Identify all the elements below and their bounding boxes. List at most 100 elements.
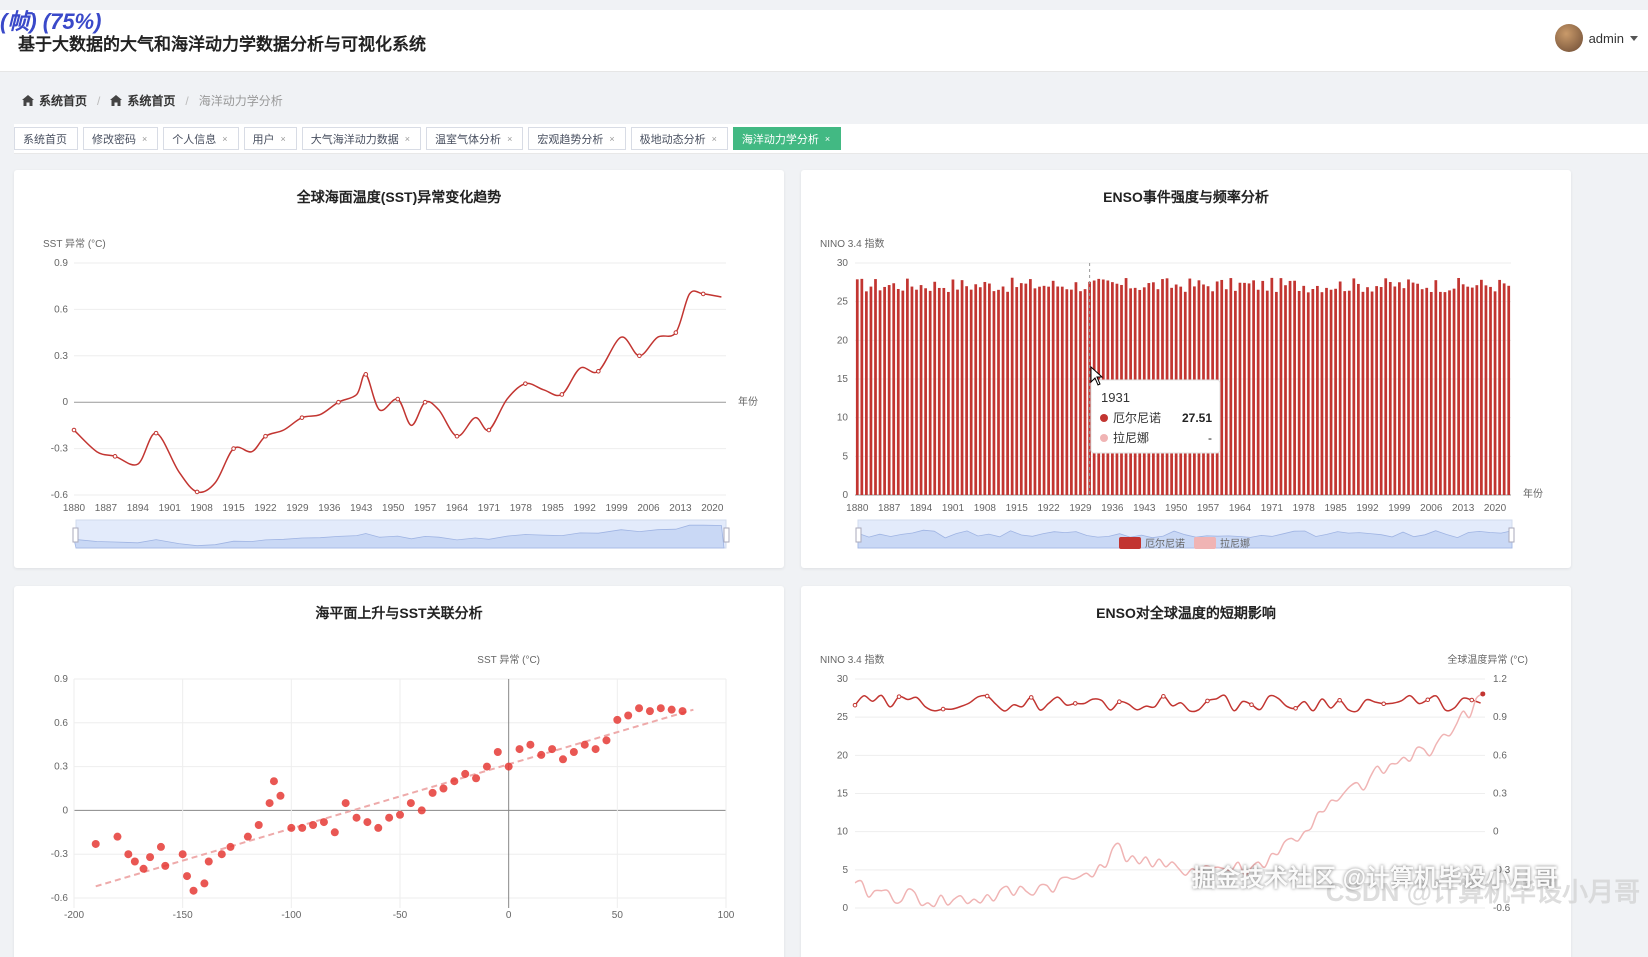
tag-close-icon[interactable]: × — [405, 134, 410, 144]
tooltip-value: 27.51 — [1182, 411, 1212, 425]
tag-close-icon[interactable]: × — [222, 134, 227, 144]
el-nino-bar — [883, 286, 886, 495]
scatter-point — [178, 850, 187, 859]
x-tick-label: 2020 — [701, 503, 724, 514]
tag-7[interactable]: 极地动态分析 × — [630, 127, 728, 150]
x-tick-label: 1943 — [1133, 503, 1156, 514]
y-tick-label-left: 0 — [842, 903, 848, 914]
tag-close-icon[interactable]: × — [507, 134, 512, 144]
x-tick-label: 0 — [506, 910, 512, 921]
x-tick-label: 1880 — [63, 503, 86, 514]
nino-point — [1293, 705, 1298, 711]
el-nino-bar — [992, 291, 996, 495]
scatter-point — [667, 705, 676, 714]
el-nino-bar — [1238, 282, 1242, 495]
tag-3[interactable]: 用户 × — [243, 127, 297, 150]
scatter-point — [635, 704, 644, 713]
sst-trend-chart[interactable]: SST 异常 (°C) -0.6 -0.3 0 0.3 0.6 0.9 年份 1880 1887 1… — [14, 170, 784, 568]
scatter-point — [504, 762, 513, 771]
scatter-point — [417, 806, 426, 815]
sst-point — [454, 433, 460, 439]
enso-bar-chart[interactable]: NINO 3.4 指数 0 5 10 15 20 25 30 年份 1880 1887 1894 190… — [801, 170, 1571, 568]
tag-close-icon[interactable]: × — [142, 134, 147, 144]
sst-point — [363, 372, 369, 377]
scatter-point — [243, 832, 252, 841]
el-nino-bar — [1234, 290, 1237, 495]
x-tick-label: -200 — [64, 910, 84, 921]
x-tick-label: 1894 — [910, 503, 933, 514]
sst-point — [153, 430, 159, 436]
tag-2[interactable]: 个人信息 × — [163, 127, 239, 150]
el-nino-bar — [1024, 283, 1028, 495]
x-tick-label: 1922 — [1037, 503, 1060, 514]
breadcrumb-label: 系统首页 — [39, 94, 88, 108]
x-tick-label: 1950 — [382, 503, 405, 514]
x-tick-label: 2006 — [637, 503, 660, 514]
scatter-point — [548, 745, 557, 754]
x-tick-label: 2006 — [1420, 503, 1443, 514]
el-nino-bar — [1029, 279, 1032, 495]
tag-label: 用户 — [252, 133, 275, 146]
y-tick-label: -0.6 — [51, 893, 69, 904]
x-tick-label: 1887 — [878, 503, 901, 514]
home-icon — [110, 95, 123, 106]
breadcrumb-home[interactable]: 系统首页 — [22, 92, 87, 109]
el-nino-bar — [1402, 288, 1406, 495]
username[interactable]: admin — [1589, 31, 1624, 46]
el-nino-bar — [1229, 278, 1233, 495]
sst-point — [336, 399, 341, 405]
tag-close-icon[interactable]: × — [609, 134, 614, 144]
avatar[interactable] — [1554, 24, 1583, 52]
legend-label-el-nino: 厄尔尼诺 — [1145, 537, 1185, 550]
y-tick-label-left: 20 — [837, 750, 849, 761]
y-tick-label: 0 — [62, 805, 68, 816]
el-nino-bar — [878, 290, 882, 495]
tag-1[interactable]: 修改密码 × — [83, 127, 159, 150]
scatter-point — [363, 818, 372, 827]
tag-label: 修改密码 — [92, 133, 136, 146]
el-nino-bar — [1434, 280, 1438, 495]
el-nino-bar — [1265, 290, 1269, 495]
data-zoom-handle-left — [72, 527, 79, 543]
user-menu[interactable]: admin — [1554, 24, 1638, 52]
el-nino-bar — [1302, 285, 1306, 495]
tag-8[interactable]: 海洋动力学分析 × — [732, 127, 842, 150]
el-nino-bar — [1457, 277, 1460, 495]
el-nino-bar — [1425, 287, 1429, 495]
y-tick-label: 10 — [837, 413, 849, 424]
scatter-point — [559, 755, 567, 764]
y-axis-label-right: 全球温度异常 (°C) — [1447, 653, 1528, 666]
el-nino-bar — [1042, 285, 1046, 495]
x-tick-label: 1971 — [478, 503, 501, 514]
x-tick-label: 1971 — [1261, 503, 1284, 514]
el-nino-bar — [965, 286, 968, 495]
tag-5[interactable]: 温室气体分析 × — [426, 127, 524, 150]
x-tick-label: 1957 — [414, 503, 437, 514]
el-nino-bar — [1247, 283, 1251, 495]
el-nino-bar — [892, 283, 896, 495]
sea-level-scatter-chart[interactable]: SST 异常 (°C) -0.6 -0.3 0 0.3 0.6 0.9 -200 -150 -10… — [14, 586, 784, 957]
x-tick-label: 1992 — [1356, 503, 1379, 514]
tag-close-icon[interactable]: × — [281, 134, 286, 144]
breadcrumb-separator: / — [185, 93, 189, 108]
y-tick-label-left: 10 — [837, 827, 849, 838]
caret-down-icon[interactable] — [1630, 35, 1638, 41]
tag-0[interactable]: 系统首页 — [14, 127, 78, 150]
nino-point — [1337, 697, 1342, 703]
sst-trend-card: 全球海面温度(SST)异常变化趋势 SST 异常 (°C) -0.6 -0.3 0 0.… — [14, 170, 784, 568]
tag-4[interactable]: 大气海洋动力数据 × — [301, 127, 422, 150]
sst-point — [523, 381, 528, 386]
tag-6[interactable]: 宏观趋势分析 × — [528, 127, 626, 150]
el-nino-bar — [983, 281, 987, 495]
scatter-point — [537, 750, 546, 759]
x-tick-label: 1922 — [254, 503, 277, 514]
x-tick-label: -100 — [281, 910, 301, 921]
tag-close-icon[interactable]: × — [825, 134, 830, 144]
tag-close-icon[interactable]: × — [712, 134, 717, 144]
scatter-point — [130, 857, 139, 866]
x-tick-label: 1978 — [1293, 503, 1316, 514]
x-tick-label: 1887 — [95, 503, 118, 514]
breadcrumb-home-2[interactable]: 系统首页 — [110, 92, 175, 109]
el-nino-bar — [1033, 288, 1037, 495]
el-nino-bar — [1370, 291, 1374, 495]
